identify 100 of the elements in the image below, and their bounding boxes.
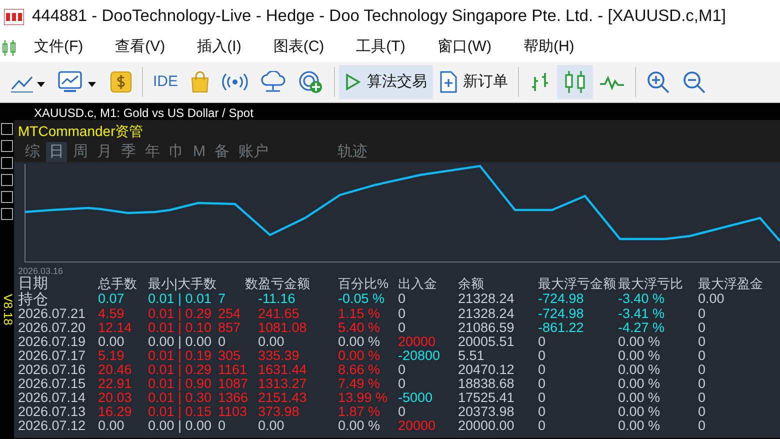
date-cell-text: 2026.07.20 <box>18 321 87 335</box>
menu-item[interactable]: 查看(V) <box>99 36 182 59</box>
table-cell-text: 0.01 | 0.29 <box>148 307 213 321</box>
table-cell-text: 0 <box>538 363 547 377</box>
target-plus-icon <box>298 70 324 94</box>
play-icon <box>345 73 362 91</box>
panel-tab[interactable]: 日 <box>46 142 67 162</box>
table-cell-text: 0 <box>398 292 407 307</box>
table-cell-text: 1081.08 <box>258 321 308 335</box>
table-cell-text: 1313.27 <box>258 377 308 391</box>
column-header: 日期 <box>18 276 49 292</box>
broadcast-icon <box>222 72 248 92</box>
panel-tab[interactable]: 备 <box>212 142 232 162</box>
column-header: 最大浮亏比 <box>618 276 684 292</box>
column-header: 余额 <box>458 276 485 292</box>
candlestick-icon <box>563 70 588 94</box>
table-cell-text: 0.01 | 0.19 <box>148 349 213 363</box>
table-cell-text: -3.41 % <box>618 307 666 321</box>
table-cell-text: 0.00 % <box>618 405 662 419</box>
window-title: 444881 - DooTechnology-Live - Hedge - Doo Technology Singapore Pte. Ltd. - [XAUUSD.c,M1] <box>32 6 726 28</box>
table-cell-text: 0.00 % <box>338 419 382 433</box>
table-cell-text: 0.00 <box>98 419 126 433</box>
table-cell-text: -3.40 % <box>618 292 666 307</box>
table-cell-text: 0 <box>538 335 547 349</box>
table-cell-text: 1.87 % <box>338 405 382 419</box>
panel-tab[interactable]: 账户 <box>236 142 272 162</box>
cloud-icon <box>260 71 286 93</box>
panel-tab[interactable]: 月 <box>94 142 115 162</box>
table-cell-text: 21328.24 <box>458 307 516 321</box>
panel-tab[interactable]: 综 <box>22 142 43 162</box>
panel-tab[interactable]: 周 <box>70 142 91 162</box>
table-cell-text: 335.39 <box>258 349 300 363</box>
table-cell-text: 5.40 % <box>338 321 382 335</box>
menu-item[interactable]: 插入(I) <box>181 36 258 59</box>
app-logo-icon <box>4 8 24 24</box>
table-cell-text: -861.22 <box>538 321 585 335</box>
table-cell-text: 0.00 <box>258 335 286 349</box>
table-cell-text: 20000 <box>398 335 437 349</box>
table-cell-text: 1103 <box>218 405 248 419</box>
table-cell-text: -0.05 % <box>338 292 386 307</box>
zigzag-icon <box>599 73 626 91</box>
table-cell-text: 0.00 | 0.00 <box>148 335 213 349</box>
panel-tab[interactable]: M <box>190 142 208 162</box>
table-cell-text: -20800 <box>398 349 442 363</box>
column-header: 出入金 <box>398 276 438 292</box>
table-cell-text: 0 <box>538 349 547 363</box>
table-cell-text: 0 <box>538 405 547 419</box>
date-cell-text: 持仓 <box>18 292 49 307</box>
menu-item[interactable]: 窗口(W) <box>421 36 508 59</box>
table-cell-text: 0.00 | 0.00 <box>148 419 213 433</box>
zoom-out-icon <box>682 70 706 94</box>
table-cell-text: 0.00 <box>98 335 126 349</box>
table-cell-text: 373.98 <box>258 405 300 419</box>
table-cell-text: 20000.00 <box>458 419 516 433</box>
dollar-icon <box>110 71 132 93</box>
table-cell-text: 0 <box>538 391 547 405</box>
panel-tab[interactable]: 年 <box>142 142 163 162</box>
table-cell-text: 0 <box>398 321 407 335</box>
document-plus-icon <box>439 71 458 93</box>
table-cell-text: 0.00 % <box>618 335 662 349</box>
shopping-bag-icon <box>190 71 210 93</box>
table-cell-text: 5.51 <box>458 349 486 363</box>
panel-tab[interactable]: 季 <box>118 142 139 162</box>
panel-tab[interactable]: 巾 <box>166 142 187 162</box>
table-cell-text: 0 <box>218 335 227 349</box>
menu-item[interactable]: 图表(C) <box>257 36 340 59</box>
table-cell-text: 1631.44 <box>258 363 308 377</box>
date-cell-text: 2026.07.16 <box>18 363 87 377</box>
table-cell-text: 0 <box>698 419 707 433</box>
ide-button[interactable]: IDE <box>147 65 184 99</box>
version-label: V8.18 <box>0 294 14 326</box>
table-cell-text: 20005.51 <box>458 335 516 349</box>
chart-window-title: XAUUSD.c, M1: Gold vs US Dollar / Spot <box>33 107 254 120</box>
candlestick-chart-button[interactable] <box>557 65 594 99</box>
table-cell-text: 0.01 | 0.90 <box>148 377 213 391</box>
table-cell-text: 0.01 | 0.01 <box>148 292 213 307</box>
table-cell-text: 22.91 <box>98 377 133 391</box>
table-cell-text: 0.00 % <box>618 377 662 391</box>
algo-trading-button[interactable]: 算法交易 <box>339 65 434 99</box>
date-cell-text: 2026.07.17 <box>18 349 87 363</box>
table-cell-text: 0 <box>698 391 707 405</box>
table-cell-text: 0 <box>218 419 227 433</box>
table-cell-text: 13.99 % <box>338 391 389 405</box>
table-cell-text: 0 <box>698 321 707 335</box>
table-cell-text: 0.01 | 0.10 <box>148 321 213 335</box>
date-cell-text: 2026.07.21 <box>18 307 87 321</box>
menu-item[interactable]: 文件(F) <box>18 36 100 59</box>
menu-item[interactable]: 帮助(H) <box>507 36 590 59</box>
new-order-button[interactable]: 新订单 <box>433 65 514 99</box>
table-cell-text: 0.00 % <box>618 391 662 405</box>
table-cell-text: 0 <box>398 377 407 391</box>
table-cell-text: 305 <box>218 349 242 363</box>
table-cell-text: 0 <box>698 405 707 419</box>
menu-item[interactable]: 工具(T) <box>340 36 422 59</box>
table-cell-text: 20.03 <box>98 391 133 405</box>
table-cell-text: 0.07 <box>98 292 126 307</box>
panel-tab[interactable]: 轨迹 <box>334 142 370 162</box>
table-cell-text: 0.00 % <box>618 363 662 377</box>
table-cell-text: 18838.68 <box>458 377 516 391</box>
table-cell-text: 0.00 % <box>618 349 662 363</box>
